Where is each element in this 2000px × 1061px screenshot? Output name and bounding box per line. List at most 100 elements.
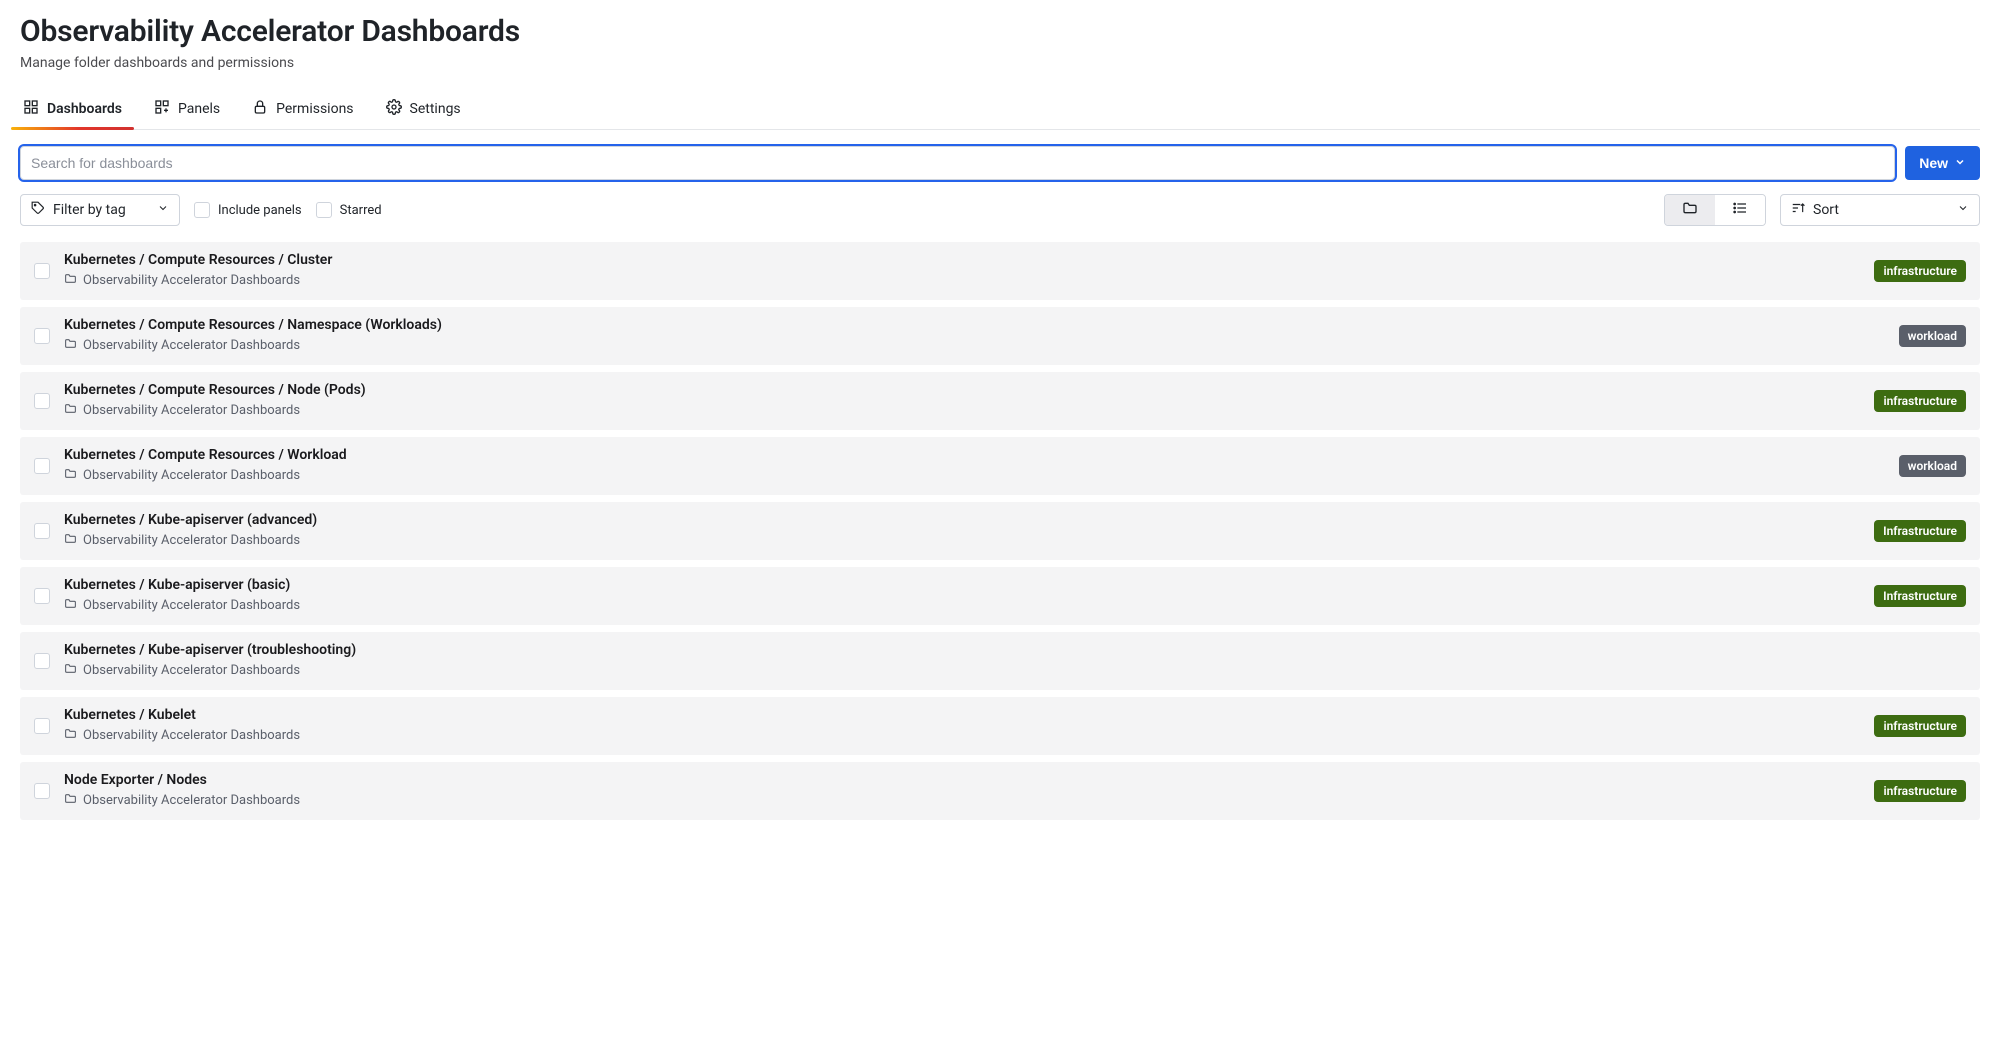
tab-label: Dashboards — [47, 101, 122, 117]
row-checkbox[interactable] — [34, 263, 50, 279]
list-item[interactable]: Kubernetes / Compute Resources / Node (P… — [20, 372, 1980, 430]
view-list-button[interactable] — [1715, 195, 1765, 225]
tab-label: Settings — [410, 101, 461, 117]
row-checkbox[interactable] — [34, 458, 50, 474]
tab-dashboards[interactable]: Dashboards — [21, 93, 124, 129]
row-folder: Observability Accelerator Dashboards — [64, 467, 1885, 484]
row-title[interactable]: Kubernetes / Compute Resources / Workloa… — [64, 447, 1885, 463]
sort-dropdown[interactable]: Sort — [1780, 194, 1980, 226]
row-folder: Observability Accelerator Dashboards — [64, 272, 1860, 289]
row-title[interactable]: Kubernetes / Compute Resources / Namespa… — [64, 317, 1885, 333]
tab-label: Panels — [178, 101, 220, 117]
include-panels-label: Include panels — [218, 203, 302, 218]
row-checkbox[interactable] — [34, 393, 50, 409]
row-folder-name: Observability Accelerator Dashboards — [83, 533, 300, 548]
list-item[interactable]: Kubernetes / Kube-apiserver (advanced) Ob… — [20, 502, 1980, 560]
row-main: Node Exporter / Nodes Observability Accel… — [64, 772, 1860, 809]
checkbox-icon — [316, 202, 332, 218]
folder-icon — [64, 337, 77, 354]
folder-icon — [64, 532, 77, 549]
checkbox-icon — [194, 202, 210, 218]
row-folder-name: Observability Accelerator Dashboards — [83, 793, 300, 808]
tab-panels[interactable]: Panels — [152, 93, 222, 129]
tag-badge[interactable]: infrastructure — [1874, 260, 1966, 282]
row-main: Kubernetes / Compute Resources / Node (P… — [64, 382, 1860, 419]
folder-icon — [64, 727, 77, 744]
tag-badge[interactable]: infrastructure — [1874, 780, 1966, 802]
page-title: Observability Accelerator Dashboards — [20, 14, 1980, 49]
list-item[interactable]: Kubernetes / Compute Resources / Cluster… — [20, 242, 1980, 300]
folder-icon — [64, 467, 77, 484]
row-title[interactable]: Node Exporter / Nodes — [64, 772, 1860, 788]
starred-checkbox[interactable]: Starred — [316, 202, 382, 218]
list-item[interactable]: Kubernetes / Kubelet Observability Accele… — [20, 697, 1980, 755]
row-main: Kubernetes / Compute Resources / Namespa… — [64, 317, 1885, 354]
row-title[interactable]: Kubernetes / Kubelet — [64, 707, 1860, 723]
row-main: Kubernetes / Compute Resources / Workloa… — [64, 447, 1885, 484]
chevron-down-icon — [151, 202, 169, 218]
new-button[interactable]: New — [1905, 146, 1980, 180]
list-item[interactable]: Kubernetes / Compute Resources / Workloa… — [20, 437, 1980, 495]
new-button-label: New — [1919, 155, 1948, 171]
apps-icon — [23, 99, 39, 119]
tag-badge[interactable]: Infrastructure — [1874, 520, 1966, 542]
row-folder: Observability Accelerator Dashboards — [64, 402, 1860, 419]
list-item[interactable]: Kubernetes / Kube-apiserver (basic) Obser… — [20, 567, 1980, 625]
tag-badge[interactable]: Infrastructure — [1874, 585, 1966, 607]
row-folder: Observability Accelerator Dashboards — [64, 597, 1860, 614]
tag-badge[interactable]: infrastructure — [1874, 390, 1966, 412]
page-subtitle: Manage folder dashboards and permissions — [20, 55, 1980, 71]
tab-label: Permissions — [276, 101, 353, 117]
sort-icon — [1791, 201, 1805, 219]
list-item[interactable]: Node Exporter / Nodes Observability Accel… — [20, 762, 1980, 820]
row-title[interactable]: Kubernetes / Kube-apiserver (advanced) — [64, 512, 1860, 528]
row-checkbox[interactable] — [34, 588, 50, 604]
view-toggle — [1664, 194, 1766, 226]
tag-badge[interactable]: workload — [1899, 325, 1966, 347]
row-checkbox[interactable] — [34, 783, 50, 799]
row-checkbox[interactable] — [34, 653, 50, 669]
row-folder-name: Observability Accelerator Dashboards — [83, 403, 300, 418]
sort-label: Sort — [1813, 202, 1839, 218]
view-folders-button[interactable] — [1665, 195, 1715, 225]
row-folder: Observability Accelerator Dashboards — [64, 662, 1966, 679]
row-main: Kubernetes / Kubelet Observability Accele… — [64, 707, 1860, 744]
lock-icon — [252, 99, 268, 119]
row-main: Kubernetes / Compute Resources / Cluster… — [64, 252, 1860, 289]
filter-by-tag-dropdown[interactable]: Filter by tag — [20, 194, 180, 226]
row-main: Kubernetes / Kube-apiserver (troubleshoo… — [64, 642, 1966, 679]
list-item[interactable]: Kubernetes / Kube-apiserver (troubleshoo… — [20, 632, 1980, 690]
tab-bar: Dashboards Panels Permissions Settings — [20, 93, 1980, 130]
folder-icon — [64, 662, 77, 679]
row-title[interactable]: Kubernetes / Kube-apiserver (basic) — [64, 577, 1860, 593]
panels-icon — [154, 99, 170, 119]
row-checkbox[interactable] — [34, 328, 50, 344]
row-main: Kubernetes / Kube-apiserver (advanced) Ob… — [64, 512, 1860, 549]
row-folder-name: Observability Accelerator Dashboards — [83, 663, 300, 678]
row-folder-name: Observability Accelerator Dashboards — [83, 338, 300, 353]
dashboard-list: Kubernetes / Compute Resources / Cluster… — [20, 242, 1980, 820]
row-folder: Observability Accelerator Dashboards — [64, 532, 1860, 549]
gear-icon — [386, 99, 402, 119]
tag-badge[interactable]: infrastructure — [1874, 715, 1966, 737]
row-title[interactable]: Kubernetes / Compute Resources / Cluster — [64, 252, 1860, 268]
row-folder: Observability Accelerator Dashboards — [64, 337, 1885, 354]
list-item[interactable]: Kubernetes / Compute Resources / Namespa… — [20, 307, 1980, 365]
chevron-down-icon — [1951, 202, 1969, 218]
row-title[interactable]: Kubernetes / Compute Resources / Node (P… — [64, 382, 1860, 398]
row-checkbox[interactable] — [34, 718, 50, 734]
tag-badge[interactable]: workload — [1899, 455, 1966, 477]
row-checkbox[interactable] — [34, 523, 50, 539]
row-folder-name: Observability Accelerator Dashboards — [83, 728, 300, 743]
tab-settings[interactable]: Settings — [384, 93, 463, 129]
row-folder: Observability Accelerator Dashboards — [64, 792, 1860, 809]
tag-icon — [31, 201, 45, 219]
folder-icon — [64, 402, 77, 419]
search-input[interactable] — [20, 146, 1895, 180]
tab-permissions[interactable]: Permissions — [250, 93, 355, 129]
row-folder-name: Observability Accelerator Dashboards — [83, 468, 300, 483]
row-folder-name: Observability Accelerator Dashboards — [83, 273, 300, 288]
row-title[interactable]: Kubernetes / Kube-apiserver (troubleshoo… — [64, 642, 1966, 658]
include-panels-checkbox[interactable]: Include panels — [194, 202, 302, 218]
filter-tag-label: Filter by tag — [53, 202, 126, 218]
